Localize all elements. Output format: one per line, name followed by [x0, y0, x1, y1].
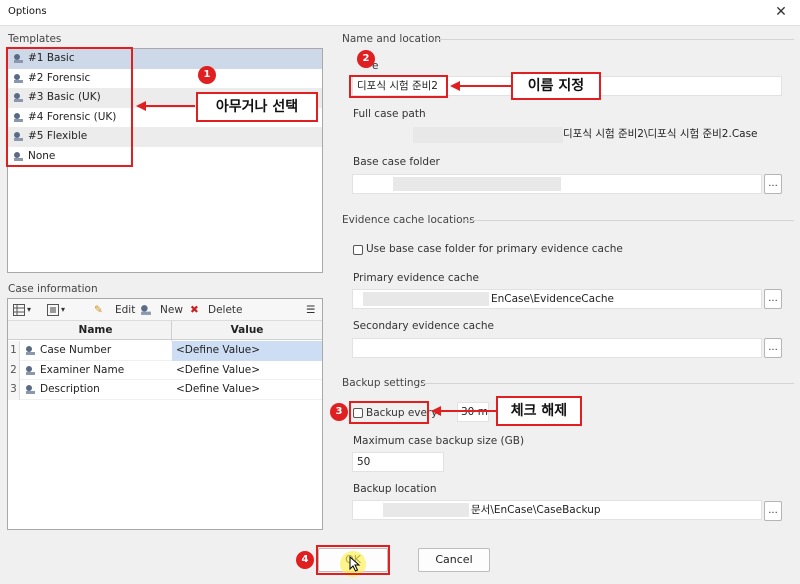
full-path-field: 디포식 시험 준비2\디포식 시험 준비2.Case: [352, 124, 782, 144]
full-path-value: 디포식 시험 준비2\디포식 시험 준비2.Case: [563, 128, 758, 140]
field-icon: [26, 346, 35, 355]
evidence-cache-label: Evidence cache locations: [342, 214, 475, 226]
annotation-box-ok: [316, 545, 390, 575]
column-header-value[interactable]: Value: [172, 321, 322, 341]
redacted-block: [413, 127, 563, 143]
backup-location-input[interactable]: 문서\EnCase\CaseBackup: [352, 500, 762, 520]
row-value[interactable]: <Define Value>: [172, 361, 322, 381]
full-path-label: Full case path: [353, 108, 426, 120]
title-bar: Options ✕: [0, 0, 800, 26]
redacted-block: [363, 292, 489, 306]
separator: [422, 383, 794, 384]
new-icon[interactable]: [140, 304, 152, 316]
primary-cache-value: EnCase\EvidenceCache: [491, 293, 614, 305]
annotation-box-templates: [6, 47, 133, 167]
row-value[interactable]: <Define Value>: [172, 341, 322, 361]
redacted-block: [393, 177, 561, 191]
table-row[interactable]: 3 Description <Define Value>: [8, 380, 322, 400]
separator: [462, 220, 794, 221]
max-size-label: Maximum case backup size (GB): [353, 435, 525, 447]
annotation-arrow-line: [145, 105, 195, 107]
row-name: Case Number: [40, 344, 112, 356]
annotation-box-backup: [349, 401, 429, 424]
backup-location-value: 문서\EnCase\CaseBackup: [471, 504, 601, 516]
max-size-value: 50: [357, 456, 371, 468]
row-name: Description: [40, 383, 100, 395]
backup-location-label: Backup location: [353, 483, 437, 495]
base-folder-input[interactable]: [352, 174, 762, 194]
table-row[interactable]: 1 Case Number <Define Value>: [8, 341, 322, 361]
row-name: Examiner Name: [40, 363, 125, 376]
close-icon[interactable]: ✕: [770, 2, 792, 22]
annotation-callout-2: 이름 지정: [511, 72, 601, 100]
browse-primary-cache-button[interactable]: ...: [764, 289, 782, 309]
annotation-arrow-line: [440, 410, 500, 412]
primary-cache-label: Primary evidence cache: [353, 272, 479, 284]
row-value[interactable]: <Define Value>: [172, 380, 322, 400]
base-folder-label: Base case folder: [353, 156, 440, 168]
row-number: 2: [8, 360, 20, 380]
row-number: 1: [8, 341, 20, 361]
secondary-cache-label: Secondary evidence cache: [353, 320, 494, 332]
use-base-folder-label: Use base case folder for primary evidenc…: [366, 243, 623, 255]
name-location-label: Name and location: [342, 33, 442, 45]
separator: [436, 39, 794, 40]
annotation-badge-3: 3: [330, 403, 348, 421]
case-info-panel: ▾ ▾ ✎ Edit New ✖ Delete ☰ Name Value 1 C…: [7, 298, 323, 530]
browse-secondary-cache-button[interactable]: ...: [764, 338, 782, 358]
field-icon: [26, 365, 35, 375]
delete-icon[interactable]: ✖: [190, 302, 199, 318]
cancel-button[interactable]: Cancel: [418, 548, 490, 572]
browse-base-folder-button[interactable]: ...: [764, 174, 782, 194]
backup-interval-value: 30 min: [461, 406, 488, 418]
case-info-label: Case information: [8, 283, 98, 295]
backup-interval-input[interactable]: 30 min: [457, 402, 489, 422]
primary-cache-input[interactable]: EnCase\EvidenceCache: [352, 289, 762, 309]
annotation-box-name: [349, 75, 448, 98]
table-row[interactable]: 2 Examiner Name <Define Value>: [8, 360, 322, 381]
secondary-cache-input[interactable]: [352, 338, 762, 358]
annotation-arrow-line: [459, 85, 511, 87]
backup-settings-label: Backup settings: [342, 377, 426, 389]
delete-button[interactable]: Delete: [208, 302, 243, 318]
use-base-folder-checkbox[interactable]: [353, 245, 363, 255]
annotation-callout-3: 체크 해제: [496, 396, 582, 426]
max-size-input[interactable]: 50: [352, 452, 444, 472]
column-header-name[interactable]: Name: [20, 321, 172, 341]
case-info-toolbar: ▾ ▾ ✎ Edit New ✖ Delete ☰: [8, 299, 322, 321]
annotation-badge-2: 2: [357, 50, 375, 68]
grid-header: Name Value: [8, 321, 322, 341]
edit-button[interactable]: Edit: [115, 302, 135, 318]
chevron-down-icon[interactable]: ▾: [27, 302, 31, 318]
redacted-block: [383, 503, 469, 517]
browse-backup-location-button[interactable]: ...: [764, 501, 782, 521]
menu-icon[interactable]: ☰: [306, 302, 315, 318]
templates-label: Templates: [8, 33, 62, 45]
annotation-badge-4: 4: [296, 551, 314, 569]
edit-icon[interactable]: ✎: [94, 302, 103, 318]
new-button[interactable]: New: [160, 302, 183, 318]
chevron-down-icon[interactable]: ▾: [61, 302, 65, 318]
annotation-badge-1: 1: [198, 66, 216, 84]
annotation-callout-1: 아무거나 선택: [196, 92, 318, 122]
table-view-icon[interactable]: [13, 304, 25, 316]
row-number: 3: [8, 380, 20, 400]
image-view-icon[interactable]: [47, 304, 59, 316]
field-icon: [26, 385, 35, 394]
window-title: Options: [8, 6, 47, 17]
